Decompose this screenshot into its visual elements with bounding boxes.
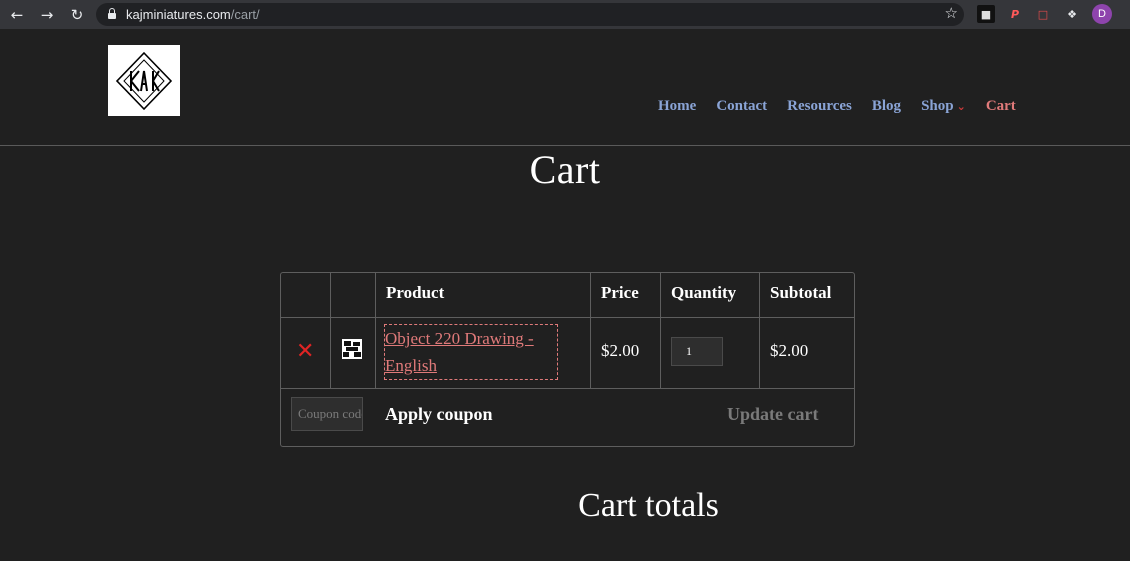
column-divider [660,273,661,389]
extension-mask-icon[interactable]: ■ [977,5,995,23]
nav-home[interactable]: Home [658,98,696,115]
quantity-input[interactable]: 1 [671,337,723,366]
browser-toolbar: ← → ↻ kajminiatures.com/cart/ ☆ ■ P □ ❖ … [0,0,1130,29]
extensions-puzzle-icon[interactable]: ❖ [1063,5,1081,23]
profile-avatar[interactable]: D [1092,4,1112,24]
nav-cart[interactable]: Cart [986,98,1016,115]
column-divider [375,273,376,389]
forward-arrow-icon[interactable]: → [36,4,58,26]
header-product: Product [386,283,445,302]
row-divider [281,388,854,389]
nav-blog[interactable]: Blog [872,98,901,115]
column-divider [759,273,760,389]
apply-coupon-button[interactable]: Apply coupon [385,404,493,425]
update-cart-button[interactable]: Update cart [727,404,818,425]
remove-x-icon[interactable]: ✕ [296,341,314,363]
star-icon[interactable]: ☆ [945,4,958,22]
address-bar[interactable]: kajminiatures.com/cart/ ☆ [96,3,964,26]
extension-shield-icon[interactable]: □ [1034,5,1052,23]
row-divider [281,317,854,318]
reload-icon[interactable]: ↻ [66,4,88,26]
extension-p-icon[interactable]: P [1006,5,1024,23]
page-title: Cart [529,147,601,192]
item-price: $2.00 [601,341,640,360]
url-host: kajminiatures.com [126,7,231,22]
header-subtotal: Subtotal [770,283,832,302]
lock-icon[interactable] [108,7,116,19]
header-price: Price [601,283,639,302]
column-divider [590,273,591,389]
main-navigation: Home Contact Resources Blog Shop ⌄ Cart [658,98,1016,115]
back-arrow-icon[interactable]: ← [6,4,28,26]
item-subtotal: $2.00 [770,341,809,360]
url-path: /cart/ [230,7,260,22]
product-thumbnail[interactable] [342,339,362,359]
product-link[interactable]: Object 220 Drawing - English [384,324,558,380]
cart-table: Product Price Quantity Subtotal ✕ Object… [280,272,855,447]
logo-mark-icon [115,51,173,110]
coupon-code-input[interactable]: Coupon code [291,397,363,431]
header-quantity: Quantity [671,283,737,302]
chevron-down-icon[interactable]: ⌄ [957,100,966,113]
site-logo[interactable] [108,45,180,116]
cart-totals-title: Cart totals [578,487,719,524]
browser-menu-icon[interactable]: ⋮ [1124,6,1130,22]
nav-resources[interactable]: Resources [787,98,852,115]
nav-shop[interactable]: Shop ⌄ [921,98,966,115]
nav-contact[interactable]: Contact [716,98,767,115]
column-divider [330,273,331,389]
nav-shop-label: Shop [921,98,954,114]
